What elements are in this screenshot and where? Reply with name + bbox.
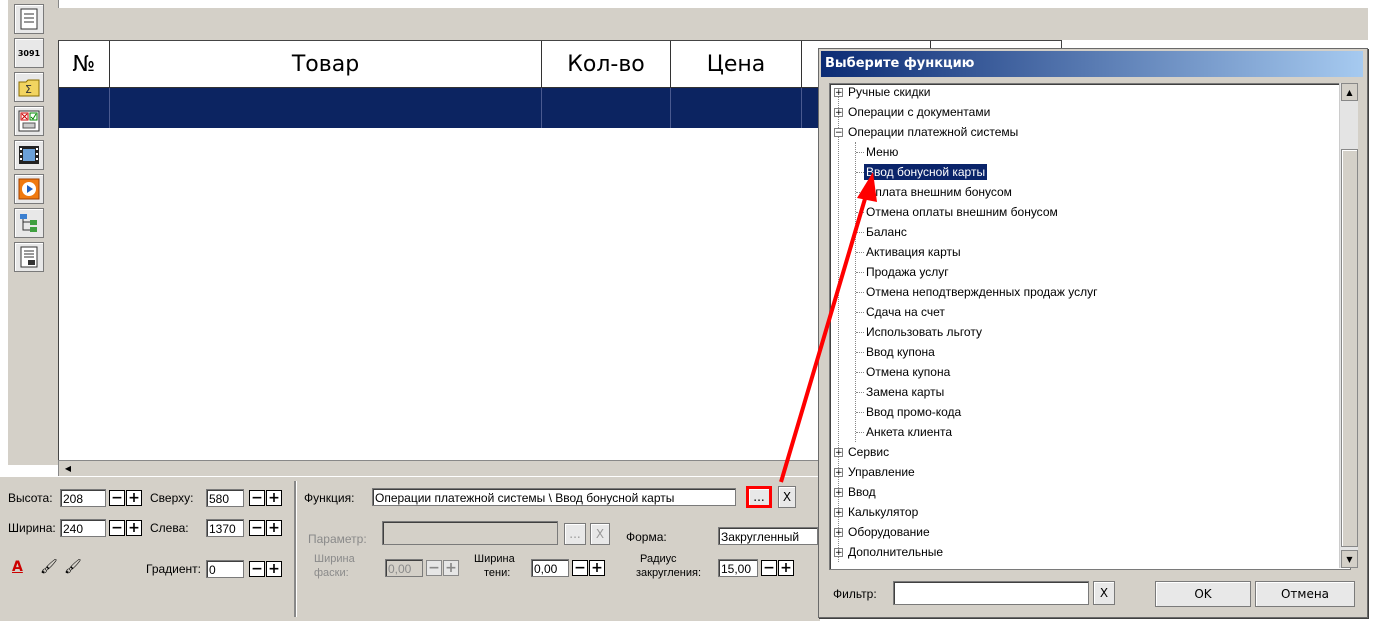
annotation-arrow <box>779 172 877 483</box>
